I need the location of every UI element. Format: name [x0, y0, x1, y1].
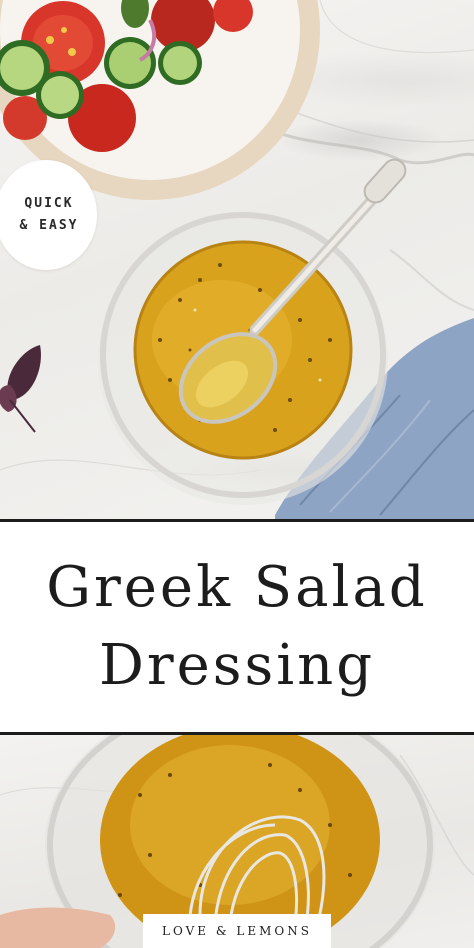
hand-icon	[0, 907, 116, 948]
brand-logo: LOVE & LEMONS	[143, 914, 331, 948]
title-line-2: Dressing	[98, 633, 376, 698]
badge-line-1: QUICK	[24, 196, 74, 211]
top-photo: QUICK & EASY	[0, 0, 474, 519]
title-line-1: Greek Salad	[46, 555, 428, 620]
basil-leaf-icon	[0, 345, 41, 433]
badge-line-2: & EASY	[19, 218, 79, 233]
title-band: Greek Salad Dressing	[0, 519, 474, 735]
